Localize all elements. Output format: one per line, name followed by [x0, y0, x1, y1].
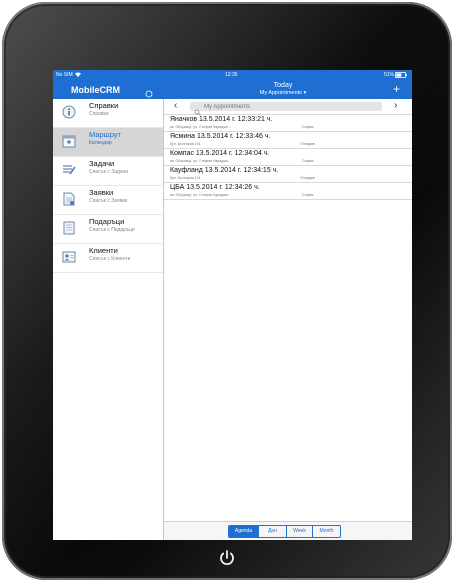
search-input[interactable] — [204, 102, 374, 111]
sidebar-item-label: Клиенти — [89, 246, 118, 255]
appointment-address: кв. Оборище, ул. Стефан Караджа... — [170, 159, 231, 163]
appointment-title: ЦБА 13.5.2014 г. 12:34:26 ч. — [170, 184, 260, 191]
view-day-button[interactable]: Ден — [259, 526, 287, 537]
appointment-city: Пловдив — [300, 142, 315, 146]
filter-label: My Appointments — [259, 90, 302, 96]
sidebar-item-zadachi[interactable]: Задачи Списък с Задачи — [53, 157, 163, 186]
sidebar-item-sublabel: Списък с Задачи — [89, 169, 128, 175]
gifts-icon — [62, 221, 76, 235]
clients-icon — [62, 250, 76, 264]
app-title: MobileCRM — [71, 85, 120, 95]
refresh-icon[interactable] — [145, 85, 153, 98]
sidebar-item-label: Задачи — [89, 159, 115, 168]
sidebar-item-label: Справки — [89, 101, 119, 110]
status-time: 12:35 — [225, 72, 238, 78]
appointment-title: Кауфланд 13.5.2014 г. 12:34:15 ч. — [170, 167, 279, 174]
chevron-left-icon[interactable]: ‹ — [174, 100, 177, 111]
tasks-icon — [62, 163, 76, 177]
sidebar: Справки Справки Маршрут Календар Задачи … — [53, 99, 164, 540]
sidebar-item-sublabel: Справки — [89, 111, 109, 117]
appointment-address: бул. България 191 — [170, 176, 201, 180]
appointment-title: Яначков 13.5.2014 г. 12:33:21 ч. — [170, 116, 273, 123]
page-title: Today — [273, 82, 293, 89]
appointment-title: Ясмина 13.5.2014 г. 12:33:46 ч. — [170, 133, 271, 140]
sidebar-item-sublabel: Списък с Подаръци — [89, 227, 135, 233]
wifi-icon — [75, 72, 81, 79]
view-agenda-button[interactable]: Agenda — [229, 526, 259, 537]
info-icon — [62, 105, 76, 119]
navigation-bar: MobileCRM Today My Appointments ▾ + — [53, 81, 412, 99]
appointment-address: кв. Оборище, ул. Стефан Караджа... — [170, 193, 231, 197]
view-segmented-control: Agenda Ден Week Month — [228, 525, 341, 538]
sidebar-item-label: Подаръци — [89, 217, 125, 226]
appointment-city: София — [302, 125, 314, 129]
view-month-button[interactable]: Month — [313, 526, 340, 537]
appointment-address: кв. Оборище, ул. Стефан Караджа... — [170, 125, 231, 129]
power-icon[interactable] — [217, 548, 237, 568]
list-item[interactable]: Яначков 13.5.2014 г. 12:33:21 ч. кв. Обо… — [164, 115, 412, 132]
appointments-filter-dropdown[interactable]: My Appointments ▾ — [213, 90, 353, 96]
chevron-right-icon[interactable]: › — [394, 100, 397, 111]
sidebar-item-podaraci[interactable]: Подаръци Списък с Подаръци — [53, 215, 163, 244]
appointments-panel: ‹ › Яначков 13.5.2014 г. 12:33:21 ч. кв.… — [164, 99, 412, 540]
list-item[interactable]: ЦБА 13.5.2014 г. 12:34:26 ч. кв. Оборище… — [164, 183, 412, 200]
carrier-text: No SIM — [56, 72, 73, 78]
sidebar-item-sublabel: Календар — [89, 140, 112, 146]
appointment-title: Компас 13.5.2014 г. 12:34:04 ч. — [170, 150, 270, 157]
status-bar: No SIM 12:35 51% — [53, 70, 412, 81]
appointment-address: бул. България 191 — [170, 142, 201, 146]
view-week-button[interactable]: Week — [287, 526, 313, 537]
screen: No SIM 12:35 51% MobileCRM Today My Appo… — [53, 70, 412, 540]
battery-text: 51% — [384, 72, 395, 78]
sidebar-item-zayavki[interactable]: Заявки Списък с Заявки — [53, 186, 163, 215]
sidebar-item-sublabel: Списък с Клиенти — [89, 256, 131, 262]
sidebar-item-label: Маршрут — [89, 130, 121, 139]
sidebar-item-sublabel: Списък с Заявки — [89, 198, 128, 204]
sidebar-item-klienti[interactable]: Клиенти Списък с Клиенти — [53, 244, 163, 273]
view-switcher-bar: Agenda Ден Week Month — [164, 521, 412, 540]
appointment-city: София — [302, 193, 314, 197]
list-item[interactable]: Кауфланд 13.5.2014 г. 12:34:15 ч. бул. Б… — [164, 166, 412, 183]
search-box[interactable] — [190, 102, 382, 116]
calendar-icon — [62, 134, 76, 148]
sidebar-item-label: Заявки — [89, 188, 114, 197]
requests-icon — [62, 192, 76, 206]
chevron-down-icon: ▾ — [303, 90, 307, 96]
sidebar-item-spravki[interactable]: Справки Справки — [53, 99, 163, 128]
list-item[interactable]: Компас 13.5.2014 г. 12:34:04 ч. кв. Обор… — [164, 149, 412, 166]
add-icon[interactable]: + — [393, 83, 400, 95]
appointment-city: София — [302, 159, 314, 163]
sidebar-item-marshrut[interactable]: Маршрут Календар — [53, 128, 163, 157]
appointment-city: Пловдив — [300, 176, 315, 180]
list-item[interactable]: Ясмина 13.5.2014 г. 12:33:46 ч. бул. Бъл… — [164, 132, 412, 149]
battery-icon — [395, 72, 407, 80]
search-icon — [194, 103, 201, 116]
appointments-toolbar: ‹ › — [164, 99, 412, 116]
